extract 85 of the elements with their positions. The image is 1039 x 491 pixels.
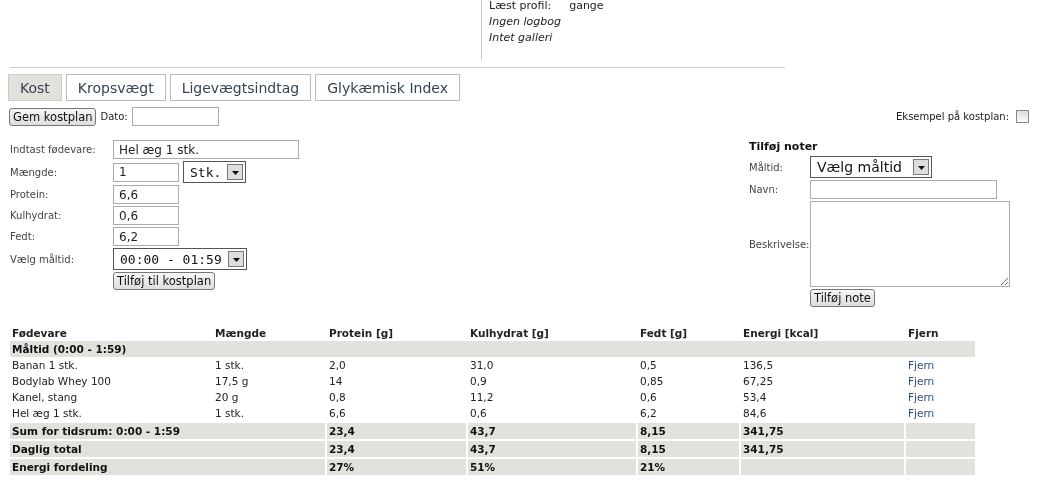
field-label: Måltid: <box>749 161 784 173</box>
summary-value: 8,15 <box>638 421 739 439</box>
column-header: Energi [kcal] <box>742 326 820 341</box>
table-cell-text: 0,9 <box>469 374 488 389</box>
date-field[interactable] <box>131 107 219 126</box>
summary-label: Daglig total <box>10 439 325 457</box>
unit-dropdown[interactable]: Stk. <box>183 161 247 183</box>
summary-value: 27% <box>327 457 466 475</box>
summary-value: 341,75 <box>741 439 904 457</box>
example-plan-label: Eksempel på kostplan: <box>896 111 1009 122</box>
nutrient-field[interactable]: 0,6 <box>113 206 179 225</box>
field-label: Vælg måltid: <box>10 253 76 265</box>
remove-link[interactable]: Fjern <box>908 375 935 387</box>
example-plan-checkbox[interactable] <box>1016 110 1029 123</box>
tab[interactable]: Kropsvægt <box>65 74 166 101</box>
table-cell-text: 0,5 <box>639 358 658 373</box>
nutrient-field[interactable]: 6,2 <box>113 227 179 246</box>
food-name-field[interactable]: Hel æg 1 stk. <box>113 140 299 159</box>
table-cell-text: Banan 1 stk. <box>11 358 79 373</box>
summary-label: Energi fordeling <box>10 457 325 475</box>
column-header: Fødevare <box>11 326 68 341</box>
summary-value: 43,7 <box>468 421 636 439</box>
remove-link[interactable]: Fjern <box>908 391 935 403</box>
table-cell-text: 1 stk. <box>214 406 246 421</box>
table-cell-text: 6,6 <box>328 406 347 421</box>
save-plan-button[interactable]: Gem kostplan <box>9 107 97 126</box>
table-cell-text: 11,2 <box>469 390 495 405</box>
remove-link[interactable]: Fjern <box>908 359 935 371</box>
tab[interactable]: Ligevægtsindtag <box>169 74 312 101</box>
table-cell-text: 0,6 <box>639 390 658 405</box>
table-cell-text: 1 stk. <box>214 358 246 373</box>
tab[interactable]: Kost <box>8 74 62 101</box>
table-cell-text: 6,2 <box>639 406 658 421</box>
profile-link[interactable]: Ingen logbog <box>489 14 1032 30</box>
table-cell-text: 84,6 <box>742 406 768 421</box>
column-header: Fjern <box>907 326 940 341</box>
column-header: Mængde <box>214 326 268 341</box>
summary-value: 8,15 <box>638 439 739 457</box>
table-cell-text: 0,8 <box>328 390 347 405</box>
stat-value: gange <box>569 0 604 14</box>
amount-field[interactable]: 1 <box>113 162 179 182</box>
table-cell-text: 17,5 g <box>214 374 250 389</box>
date-label: Dato: <box>100 111 128 122</box>
table-cell-text: 136,5 <box>742 358 775 373</box>
summary-value: 23,4 <box>327 421 466 439</box>
nutrient-field[interactable]: 6,6 <box>113 185 179 204</box>
table-cell-text: 31,0 <box>469 358 495 373</box>
add-note-button[interactable]: Tilføj note <box>810 289 875 307</box>
table-cell-text: 67,25 <box>742 374 775 389</box>
field-label: Indtast fødevare: <box>10 144 97 155</box>
summary-value: 341,75 <box>741 421 904 439</box>
description-field[interactable] <box>810 201 1010 287</box>
summary-value: 43,7 <box>468 439 636 457</box>
summary-value: 21% <box>638 457 739 475</box>
column-header: Protein [g] <box>328 326 395 341</box>
stat-label: Læst profil: <box>489 0 552 14</box>
field-label: Kulhydrat: <box>10 210 63 221</box>
table-cell-text: 53,4 <box>742 390 768 405</box>
meal-time-dropdown[interactable]: 00:00 - 01:59 <box>113 248 247 270</box>
profile-link[interactable]: Intet galleri <box>489 30 1032 46</box>
field-label: Beskrivelse: <box>749 238 810 250</box>
column-header: Fedt [g] <box>639 326 689 341</box>
add-to-plan-button[interactable]: Tilføj til kostplan <box>113 272 216 290</box>
field-label: Mængde: <box>10 166 58 178</box>
table-cell-text: Bodylab Whey 100 <box>11 374 112 389</box>
table-cell-text: Kanel, stang <box>11 390 79 405</box>
field-label: Fedt: <box>10 231 36 242</box>
table-cell-text: 20 g <box>214 390 240 405</box>
column-header: Kulhydrat [g] <box>469 326 550 341</box>
notes-title: Tilføj noter <box>749 140 819 154</box>
table-cell-text: Hel æg 1 stk. <box>11 406 83 421</box>
table-cell-text: 14 <box>328 374 344 389</box>
remove-link[interactable]: Fjern <box>908 407 935 419</box>
table-cell-text: 2,0 <box>328 358 347 373</box>
tab[interactable]: Glykæmisk Index <box>315 74 460 101</box>
meal-group-heading: Måltid (0:00 - 1:59) <box>12 343 127 355</box>
table-cell-text: 0,6 <box>469 406 488 421</box>
field-label: Protein: <box>10 189 50 200</box>
summary-label: Sum for tidsrum: 0:00 - 1:59 <box>10 421 325 439</box>
table-cell-text: 0,85 <box>639 374 665 389</box>
name-field[interactable] <box>810 180 997 199</box>
summary-value: 51% <box>468 457 636 475</box>
meal-dropdown[interactable]: Vælg måltid <box>810 156 932 178</box>
field-label: Navn: <box>749 184 780 195</box>
summary-value: 23,4 <box>327 439 466 457</box>
